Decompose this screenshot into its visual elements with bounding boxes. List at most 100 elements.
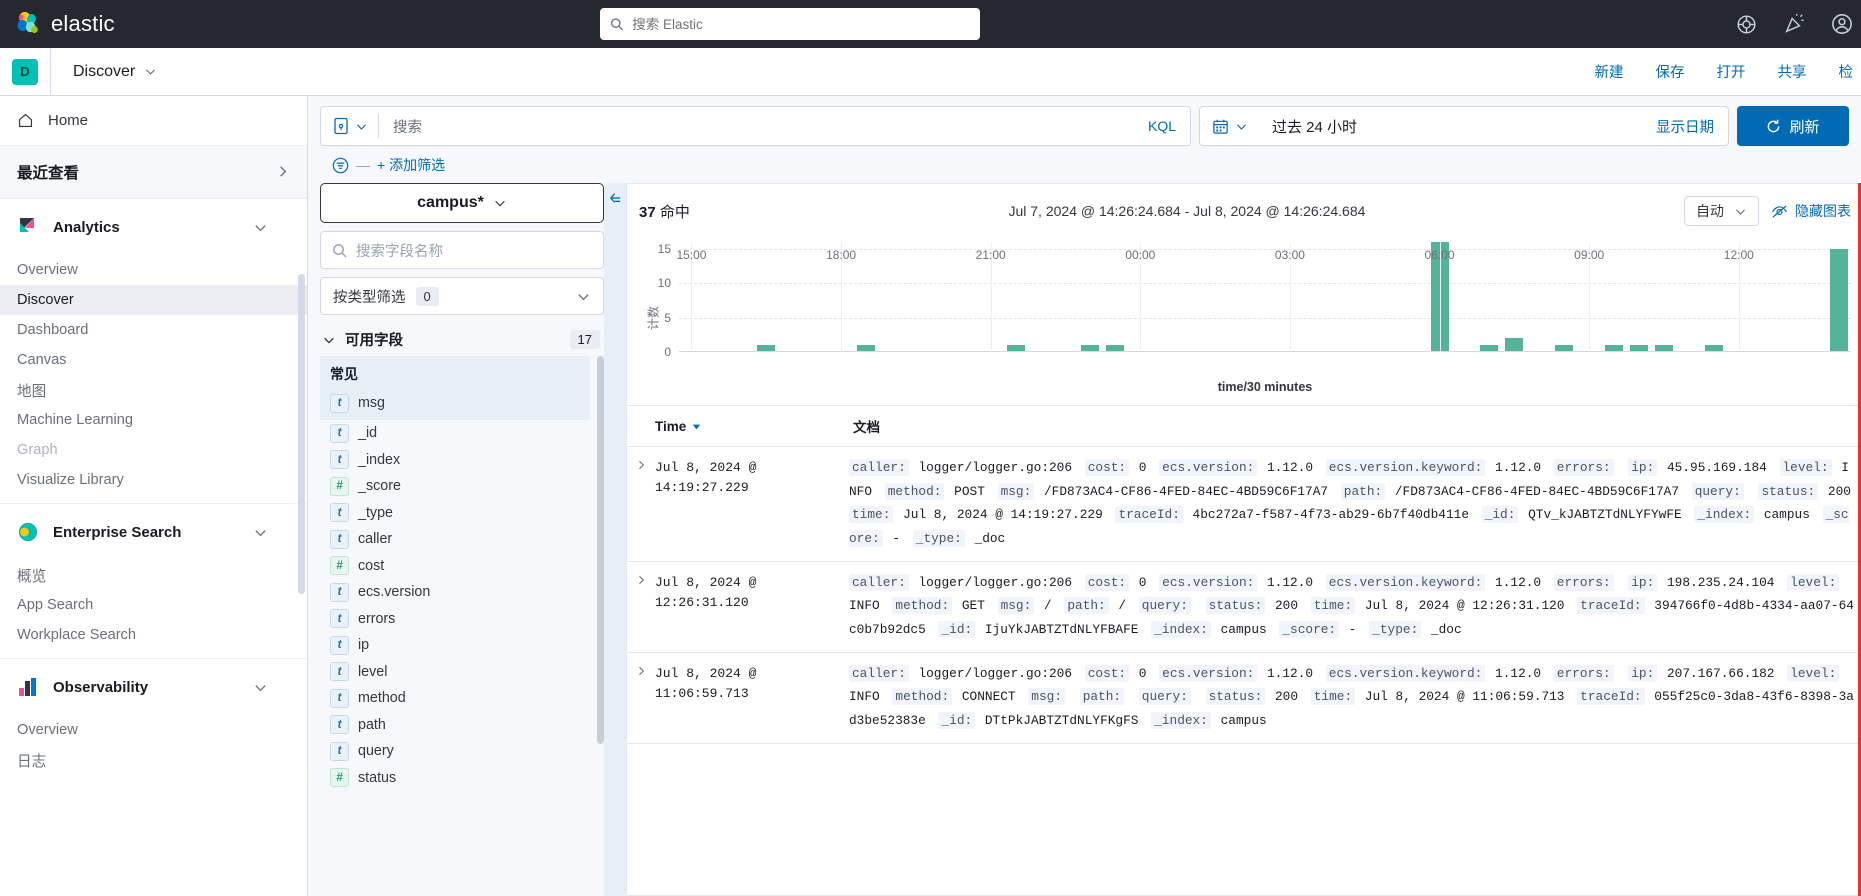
doc-field-key: level: [1787,573,1840,591]
hide-chart-button[interactable]: 隐藏图表 [1771,201,1853,221]
global-search-input[interactable] [630,15,970,33]
saved-query-menu[interactable] [321,117,378,135]
field-item--score[interactable]: # _score [320,473,590,500]
doc-field-key: _index: [1151,712,1211,730]
chart-x-tick: 18:00 [826,248,857,262]
discover-content: campus* 搜索字段名称 按类型筛选 0 可用字段 17 常见 t msg … [308,183,1861,896]
inspect-link[interactable]: 检 [1839,61,1854,82]
index-pattern-selector[interactable]: campus* [320,183,604,223]
sidebar-item-obs-overview[interactable]: Overview [0,715,307,745]
help-icon[interactable] [1736,14,1757,35]
hits-count-group: 37 命中 [639,201,690,222]
doc-field-key: query: [1138,597,1191,615]
chart-bar[interactable] [1829,248,1848,352]
field-item-cost[interactable]: # cost [320,553,590,580]
doc-field-value: campus [1212,713,1267,729]
expand-row-icon[interactable] [627,662,655,733]
date-picker-quick-menu[interactable] [1200,118,1258,135]
field-item--index[interactable]: t _index [320,447,590,474]
chart-y-tick: 0 [664,345,671,359]
query-text[interactable]: 搜索 [379,116,1148,137]
page-title-group[interactable]: Discover [73,63,157,81]
field-item-ip[interactable]: t ip [320,632,590,659]
sidebar-item-dashboard[interactable]: Dashboard [0,315,307,345]
field-item--type[interactable]: t _type [320,500,590,527]
elastic-brand[interactable]: elastic [16,11,115,37]
share-link[interactable]: 共享 [1778,61,1807,82]
string-field-icon: t [330,529,349,549]
collapse-sidebar-button[interactable] [604,183,626,896]
field-item-query[interactable]: t query [320,738,590,765]
available-fields-header[interactable]: 可用字段 17 [320,323,604,356]
sidebar-item-logs[interactable]: 日志 [0,745,307,775]
news-icon[interactable] [1783,13,1805,35]
chart-plot-area[interactable]: 0 5 10 15 15:00 18:00 21:00 00:00 03:00 06:00 09:0… [658,242,1851,359]
documents-panel: 37 命中 Jul 7, 2024 @ 14:26:24.684 - Jul 8… [604,183,1861,896]
sidebar-recently-viewed[interactable]: 最近查看 [0,146,307,198]
show-dates-button[interactable]: 显示日期 [1656,116,1728,137]
sidebar-item-discover[interactable]: Discover [0,285,307,315]
field-item-ecs-version[interactable]: t ecs.version [320,579,590,606]
query-language-button[interactable]: KQL [1148,118,1190,134]
field-item--id[interactable]: t _id [320,420,590,447]
sidebar-scrollbar[interactable] [298,274,305,594]
account-icon[interactable] [1831,13,1853,35]
field-item-label: query [358,743,394,760]
sidebar-item-graph[interactable]: Graph [0,435,307,465]
date-picker[interactable]: 过去 24 小时 显示日期 [1199,106,1729,146]
column-header-time[interactable]: Time [627,416,845,436]
sidebar-item-es-overview[interactable]: 概览 [0,560,307,590]
doc-field-key: time: [1310,688,1356,706]
sidebar-item-maps[interactable]: 地图 [0,375,307,405]
field-list-scrollbar[interactable] [597,356,604,744]
doc-field-value: 0 [1131,460,1155,475]
open-link[interactable]: 打开 [1717,61,1746,82]
sidebar-item-canvas[interactable]: Canvas [0,345,307,375]
field-item-errors[interactable]: t errors [320,606,590,633]
sidebar-group-observability-header[interactable]: Observability [0,659,307,715]
doc-field-key: path: [1340,482,1386,500]
doc-field-value [1614,666,1629,681]
doc-field-value: 1.12.0 [1259,574,1321,590]
expand-row-icon[interactable] [627,571,655,642]
search-query-input[interactable]: 搜索 KQL [320,106,1191,146]
refresh-button[interactable]: 刷新 [1737,106,1849,146]
field-list: 常见 t msg t _id t _index # _score t _type t caller # c… [320,356,604,896]
field-item-status[interactable]: # status [320,765,590,792]
sidebar-group-enterprise-search-header[interactable]: Enterprise Search [0,504,307,560]
global-search[interactable] [600,8,980,40]
doc-field-value: 1.12.0 [1487,460,1549,475]
sidebar-group-analytics-header[interactable]: Analytics [0,199,307,255]
filter-by-type-button[interactable]: 按类型筛选 0 [320,277,604,315]
field-item-level[interactable]: t level [320,659,590,686]
field-item-path[interactable]: t path [320,712,590,739]
field-search-input[interactable]: 搜索字段名称 [320,231,604,269]
sidebar-item-home[interactable]: Home [0,96,307,146]
field-item-caller[interactable]: t caller [320,526,590,553]
field-category-popular: 常见 [320,356,590,390]
sidebar-item-label: Canvas [17,352,67,368]
new-link[interactable]: 新建 [1595,61,1624,82]
histogram-chart[interactable]: 计数 0 5 10 15 15:00 18:00 21:00 00:00 03:00 06:00 0… [627,230,1861,405]
filter-options-icon[interactable] [332,157,349,174]
field-item-msg[interactable]: t msg [320,390,590,420]
chart-gridline [679,317,1851,319]
field-item-method[interactable]: t method [320,685,590,712]
sidebar-item-label: App Search [17,597,94,613]
add-filter-button[interactable]: + 添加筛选 [377,155,445,175]
sidebar-item-app-search[interactable]: App Search [0,590,307,620]
date-range-label[interactable]: 过去 24 小时 [1258,116,1656,137]
interval-selector[interactable]: 自动 [1684,196,1759,226]
string-field-icon: t [330,662,349,682]
doc-field-key: _id: [938,621,976,639]
sidebar-item-overview[interactable]: Overview [0,255,307,285]
save-link[interactable]: 保存 [1656,61,1685,82]
sidebar-item-visualize-library[interactable]: Visualize Library [0,465,307,495]
sidebar-item-machine-learning[interactable]: Machine Learning [0,405,307,435]
table-cell-time: Jul 8, 2024 @ 12:26:31.120 [655,574,757,610]
table-row: Jul 8, 2024 @ 14:19:27.229 caller: logger… [627,447,1861,562]
sidebar-item-workplace-search[interactable]: Workplace Search [0,620,307,650]
chart-y-tick: 10 [657,276,671,291]
chart-bar[interactable] [1505,338,1524,352]
expand-row-icon[interactable] [627,456,655,551]
